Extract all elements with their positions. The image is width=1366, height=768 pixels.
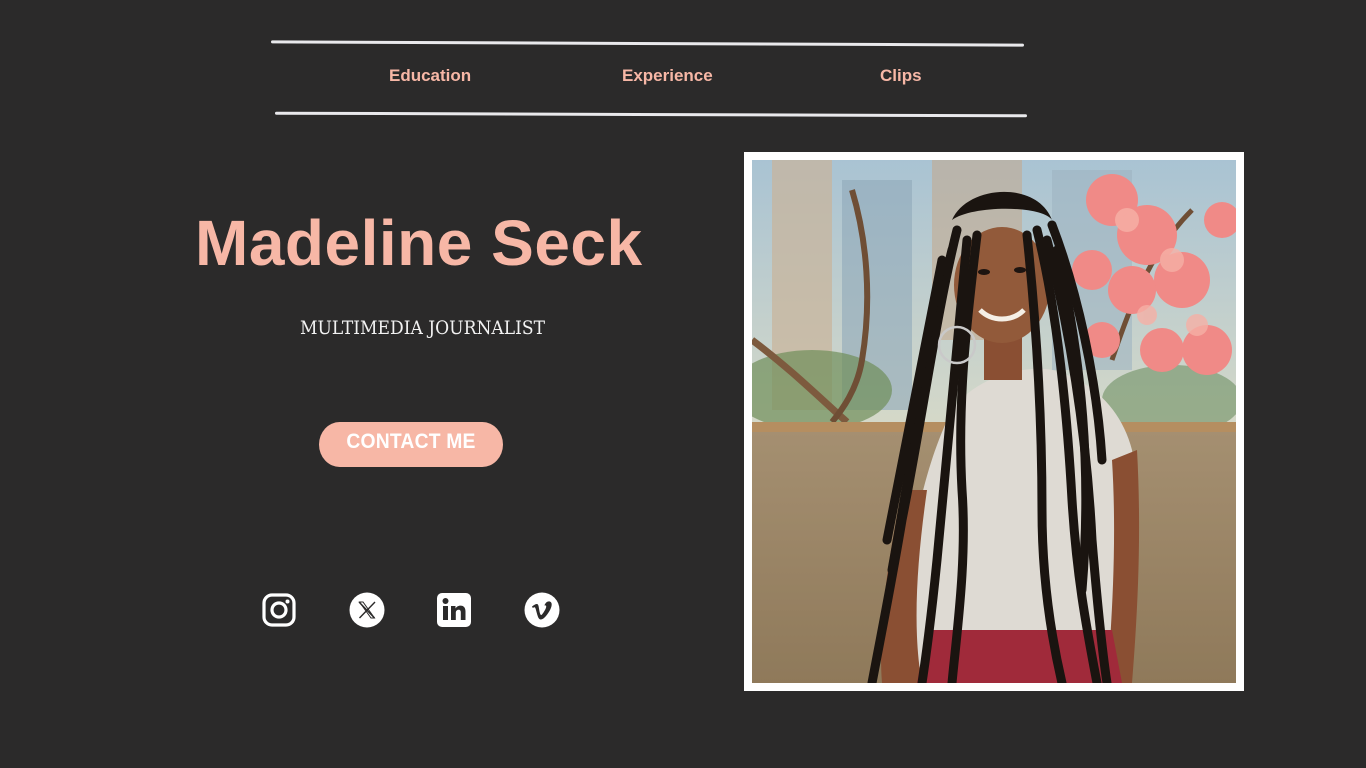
nav-divider-top <box>270 40 1025 47</box>
hero-subtitle: MULTIMEDIA JOURNALIST <box>300 317 545 339</box>
hero-name: Madeline Seck <box>195 207 643 279</box>
vimeo-icon[interactable] <box>524 592 560 628</box>
nav-link-education[interactable]: Education <box>389 66 471 86</box>
nav-divider-bottom <box>274 111 1028 118</box>
portfolio-page: Education Experience Clips Madeline Seck… <box>0 0 1366 768</box>
profile-photo-frame <box>744 152 1244 691</box>
instagram-icon[interactable] <box>261 592 297 628</box>
profile-photo <box>752 160 1236 683</box>
x-twitter-icon[interactable] <box>349 592 385 628</box>
linkedin-icon[interactable] <box>436 592 472 628</box>
nav-link-clips[interactable]: Clips <box>880 66 922 86</box>
contact-me-button[interactable]: CONTACT ME <box>319 422 503 467</box>
nav-link-experience[interactable]: Experience <box>622 66 713 86</box>
